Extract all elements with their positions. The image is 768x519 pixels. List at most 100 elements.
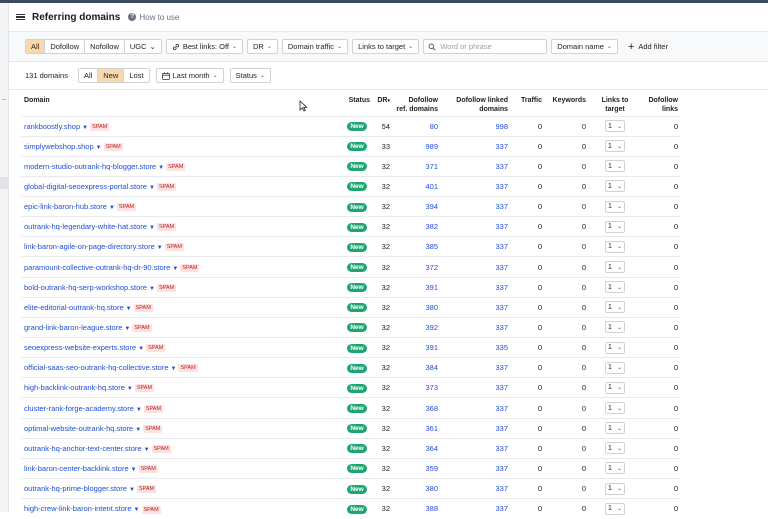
dofollow-ref-link[interactable]: 361 <box>393 417 441 439</box>
dofollow-ref-link[interactable]: 391 <box>393 276 441 298</box>
dofollow-linked-link[interactable]: 337 <box>441 256 511 278</box>
links-to-target-select[interactable]: 1 ⌄ <box>605 502 625 515</box>
caret-down-icon[interactable]: ▼ <box>135 427 141 433</box>
domain-link[interactable]: high-crew-link-baron-intent.store <box>24 504 132 513</box>
search-input[interactable]: Word or phrase <box>423 39 548 54</box>
links-to-target-select[interactable]: 1 ⌄ <box>605 341 625 354</box>
dofollow-ref-link[interactable]: 373 <box>393 377 441 398</box>
dofollow-ref-link[interactable]: 371 <box>393 155 441 177</box>
dofollow-ref-link[interactable]: 385 <box>393 236 441 257</box>
tab-new[interactable]: New <box>98 69 125 82</box>
caret-down-icon[interactable]: ▼ <box>129 487 135 493</box>
tab-lost[interactable]: Lost <box>124 69 148 82</box>
domain-link[interactable]: link-baron-agile-on-page-directory.store <box>24 242 155 251</box>
domain-link[interactable]: rankboostly.shop <box>24 122 80 131</box>
caret-down-icon[interactable]: ▼ <box>134 507 140 513</box>
best-links-dropdown[interactable]: Best links: Off ⌄ <box>165 39 244 54</box>
dofollow-linked-link[interactable]: 337 <box>441 276 511 298</box>
caret-down-icon[interactable]: ▼ <box>126 306 132 312</box>
dofollow-ref-link[interactable]: 80 <box>393 115 441 137</box>
domain-link[interactable]: modern-studio-outrank-hq-blogger.store <box>24 162 156 171</box>
dofollow-ref-link[interactable]: 359 <box>393 457 441 479</box>
links-to-target-select[interactable]: 1 ⌄ <box>605 462 625 475</box>
caret-down-icon[interactable]: ▼ <box>144 447 150 453</box>
caret-down-icon[interactable]: ▼ <box>136 407 142 413</box>
links-to-target-select[interactable]: 1 ⌄ <box>605 361 625 374</box>
dofollow-linked-link[interactable]: 337 <box>441 437 511 459</box>
caret-down-icon[interactable]: ▼ <box>149 185 155 191</box>
links-to-target-select[interactable]: 1 ⌄ <box>605 120 625 133</box>
link-type-all[interactable]: All <box>26 40 46 53</box>
col-keywords[interactable]: Keywords <box>545 90 589 116</box>
dofollow-linked-link[interactable]: 337 <box>441 498 511 519</box>
dofollow-linked-link[interactable]: 337 <box>441 377 511 398</box>
domain-traffic-dropdown[interactable]: Domain traffic ⌄ <box>281 39 349 54</box>
links-to-target-select[interactable]: 1 ⌄ <box>605 321 625 334</box>
links-to-target-select[interactable]: 1 ⌄ <box>605 180 625 193</box>
tab-all[interactable]: All <box>79 69 99 82</box>
col-dofollow-ref[interactable]: Dofollow ref. domains <box>393 90 441 116</box>
dofollow-ref-link[interactable]: 380 <box>393 296 441 318</box>
dofollow-linked-link[interactable]: 337 <box>441 417 511 439</box>
domain-link[interactable]: official-saas-seo-outrank-hq-collective.… <box>24 363 169 372</box>
caret-down-icon[interactable]: ▼ <box>158 165 164 171</box>
hamburger-menu-icon[interactable] <box>16 13 25 21</box>
links-to-target-select[interactable]: 1 ⌄ <box>605 140 625 153</box>
links-to-target-select[interactable]: 1 ⌄ <box>605 160 625 173</box>
links-to-target-select[interactable]: 1 ⌄ <box>605 402 625 415</box>
domain-link[interactable]: outrank-hq-anchor-text-center.store <box>24 444 142 453</box>
links-to-target-dropdown[interactable]: Links to target ⌄ <box>352 39 420 54</box>
caret-down-icon[interactable]: ▼ <box>131 467 137 473</box>
dofollow-ref-link[interactable]: 392 <box>393 316 441 338</box>
link-type-ugc[interactable]: UGC ⌄ <box>125 40 161 53</box>
dofollow-linked-link[interactable]: 337 <box>441 397 511 419</box>
dofollow-linked-link[interactable]: 337 <box>441 155 511 177</box>
dofollow-linked-link[interactable]: 337 <box>441 296 511 318</box>
domain-link[interactable]: bold-outrank-hq-serp-workshop.store <box>24 283 147 292</box>
domain-link[interactable]: grand-link-baron-league.store <box>24 323 122 332</box>
dofollow-ref-link[interactable]: 384 <box>393 357 441 378</box>
dofollow-linked-link[interactable]: 337 <box>441 135 511 157</box>
link-type-nofollow[interactable]: Nofollow <box>85 40 125 53</box>
col-links-to-target[interactable]: Links to target <box>589 90 641 116</box>
domain-link[interactable]: link-baron-center-backlink.store <box>24 464 129 473</box>
dofollow-linked-link[interactable]: 337 <box>441 457 511 479</box>
domain-name-dropdown[interactable]: Domain name ⌄ <box>551 39 618 54</box>
add-filter-button[interactable]: + Add filter <box>628 41 668 53</box>
period-dropdown[interactable]: Last month ⌄ <box>155 68 224 83</box>
how-to-use-link[interactable]: ? How to use <box>128 13 179 22</box>
caret-down-icon[interactable]: ▼ <box>124 326 130 332</box>
col-dofollow-linked[interactable]: Dofollow linked domains <box>441 90 511 116</box>
domain-link[interactable]: high-backlink-outrank-hq.store <box>24 383 125 392</box>
domain-link[interactable]: outrank-hq-prime-blogger.store <box>24 484 127 493</box>
dofollow-ref-link[interactable]: 394 <box>393 196 441 217</box>
links-to-target-select[interactable]: 1 ⌄ <box>605 381 625 394</box>
links-to-target-select[interactable]: 1 ⌄ <box>605 200 625 213</box>
col-dr[interactable]: DR▾ <box>373 90 393 116</box>
dofollow-ref-link[interactable]: 388 <box>393 498 441 519</box>
domain-link[interactable]: outrank-hq-legendary-white-hat.store <box>24 222 147 231</box>
dofollow-linked-link[interactable]: 337 <box>441 478 511 499</box>
domain-link[interactable]: elite-editorial-outrank-hq.store <box>24 303 124 312</box>
dr-filter-dropdown[interactable]: DR ⌄ <box>247 39 278 54</box>
dofollow-linked-link[interactable]: 337 <box>441 236 511 257</box>
status-dropdown[interactable]: Status ⌄ <box>229 68 271 83</box>
caret-down-icon[interactable]: ▼ <box>96 145 102 151</box>
caret-down-icon[interactable]: ▼ <box>172 266 178 272</box>
dofollow-linked-link[interactable]: 337 <box>441 216 511 237</box>
caret-down-icon[interactable]: ▼ <box>157 245 163 251</box>
links-to-target-select[interactable]: 1 ⌄ <box>605 240 625 253</box>
domain-link[interactable]: optimal-website-outrank-hq.store <box>24 424 133 433</box>
links-to-target-select[interactable]: 1 ⌄ <box>605 482 625 495</box>
link-type-dofollow[interactable]: Dofollow <box>45 40 86 53</box>
domain-link[interactable]: seoexpress-website-experts.store <box>24 343 136 352</box>
domain-link[interactable]: epic-link-baron-hub.store <box>24 202 107 211</box>
domain-link[interactable]: cluster-rank-forge-academy.store <box>24 404 134 413</box>
dofollow-ref-link[interactable]: 372 <box>393 256 441 278</box>
domain-link[interactable]: simplywebshop.shop <box>24 142 94 151</box>
dofollow-ref-link[interactable]: 382 <box>393 216 441 237</box>
links-to-target-select[interactable]: 1 ⌄ <box>605 281 625 294</box>
col-dofollow-links[interactable]: Dofollow links <box>641 90 681 116</box>
dofollow-ref-link[interactable]: 401 <box>393 175 441 197</box>
dofollow-linked-link[interactable]: 337 <box>441 316 511 338</box>
